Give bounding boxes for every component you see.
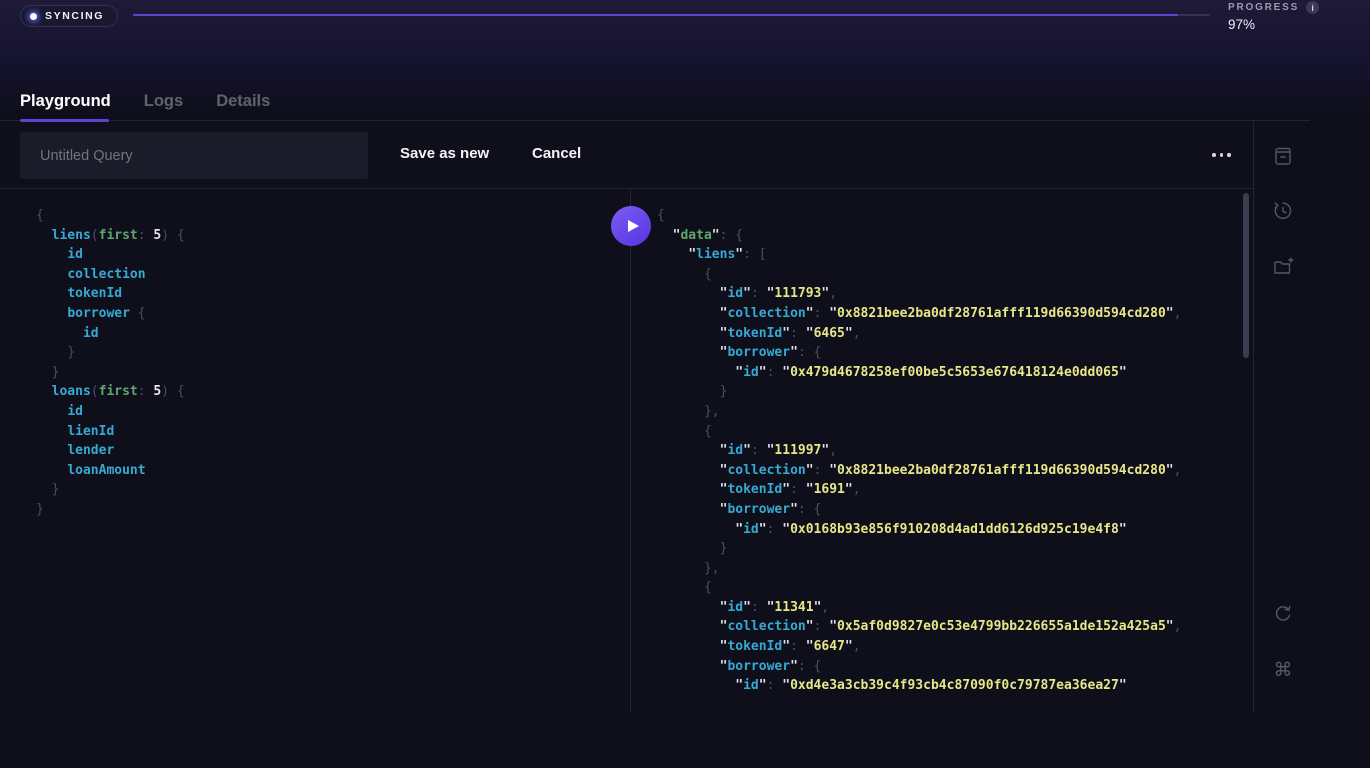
info-icon[interactable]: i (1306, 1, 1319, 14)
response-scrollbar[interactable] (1243, 193, 1249, 358)
query-editor[interactable]: { liens(first: 5) { id collection tokenI… (0, 189, 630, 712)
folder-plus-icon[interactable] (1272, 256, 1294, 278)
play-icon (628, 220, 639, 232)
progress-label: PROGRESS (1228, 2, 1299, 13)
keyboard-shortcuts-icon[interactable]: ⌘ (1272, 659, 1294, 681)
tab-logs[interactable]: Logs (144, 92, 183, 123)
tab-details[interactable]: Details (216, 92, 270, 123)
active-tab-underline (20, 119, 109, 122)
save-as-new-button[interactable]: Save as new (400, 145, 489, 162)
cancel-button[interactable]: Cancel (532, 145, 581, 162)
progress-value: 97% (1228, 17, 1319, 32)
docs-icon[interactable] (1272, 145, 1294, 167)
sync-status-label: SYNCING (45, 10, 104, 22)
query-name-input[interactable] (20, 132, 368, 179)
progress-indicator: PROGRESS i 97% (1228, 1, 1319, 32)
execute-query-button[interactable] (611, 206, 651, 246)
refresh-schema-icon[interactable] (1272, 603, 1294, 625)
response-viewer: { "data": { "liens": [ { "id": "111793",… (631, 189, 1242, 712)
sync-status-badge: SYNCING (20, 5, 118, 27)
sync-status-dot-icon (30, 13, 37, 20)
sidebar-divider (1253, 120, 1254, 712)
sync-progress-fill (133, 14, 1178, 16)
sync-progress-bar (133, 14, 1210, 16)
history-icon[interactable] (1272, 200, 1294, 222)
more-options-icon[interactable] (1212, 153, 1231, 157)
